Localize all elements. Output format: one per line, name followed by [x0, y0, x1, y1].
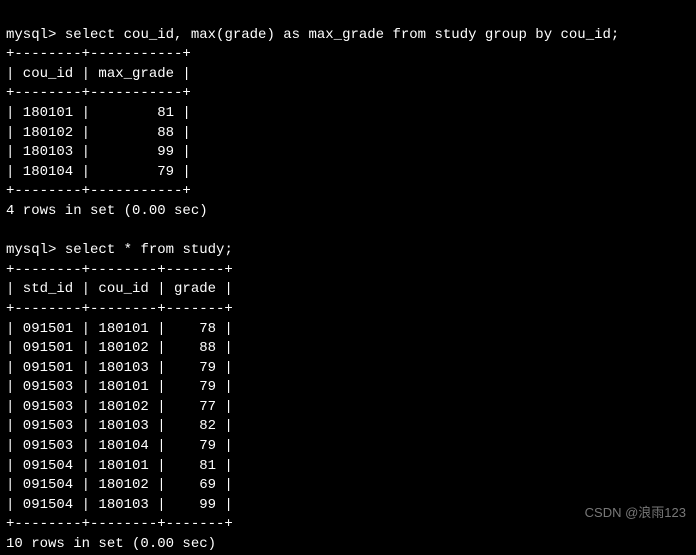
mysql-prompt: mysql> [6, 242, 56, 258]
result-status: 10 rows in set (0.00 sec) [6, 536, 216, 552]
table-row: | 091503 | 180103 | 82 | [6, 418, 233, 434]
table-row: | 091504 | 180103 | 99 | [6, 497, 233, 513]
table-border: +--------+-----------+ [6, 85, 191, 101]
table-row: | 180104 | 79 | [6, 164, 191, 180]
query-text: select cou_id, max(grade) as max_grade f… [65, 27, 620, 43]
mysql-prompt: mysql> [6, 27, 56, 43]
table-border: +--------+-----------+ [6, 46, 191, 62]
table-header: | std_id | cou_id | grade | [6, 281, 233, 297]
table-row: | 180102 | 88 | [6, 125, 191, 141]
watermark: CSDN @浪雨123 [585, 504, 686, 522]
result-status: 4 rows in set (0.00 sec) [6, 203, 208, 219]
table-row: | 180103 | 99 | [6, 144, 191, 160]
table-border: +--------+--------+-------+ [6, 301, 233, 317]
table-row: | 091504 | 180101 | 81 | [6, 458, 233, 474]
query-text: select * from study; [65, 242, 233, 258]
table-row: | 091503 | 180101 | 79 | [6, 379, 233, 395]
table-row: | 091501 | 180102 | 88 | [6, 340, 233, 356]
table-row: | 091501 | 180101 | 78 | [6, 321, 233, 337]
table-row: | 091501 | 180103 | 79 | [6, 360, 233, 376]
table-header: | cou_id | max_grade | [6, 66, 191, 82]
table-row: | 091503 | 180102 | 77 | [6, 399, 233, 415]
table-border: +--------+--------+-------+ [6, 516, 233, 532]
table-row: | 091503 | 180104 | 79 | [6, 438, 233, 454]
table-border: +--------+--------+-------+ [6, 262, 233, 278]
table-row: | 180101 | 81 | [6, 105, 191, 121]
table-row: | 091504 | 180102 | 69 | [6, 477, 233, 493]
table-border: +--------+-----------+ [6, 183, 191, 199]
